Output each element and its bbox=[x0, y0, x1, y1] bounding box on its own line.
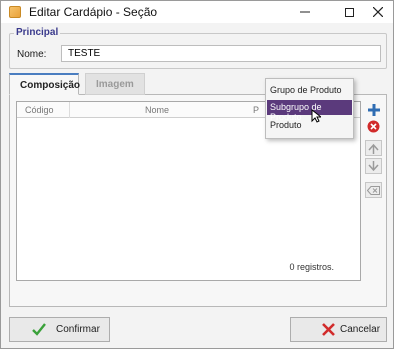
confirm-label: Confirmar bbox=[56, 324, 100, 335]
tab-imagem[interactable]: Imagem bbox=[85, 73, 145, 95]
app-icon bbox=[9, 6, 21, 18]
remove-button[interactable] bbox=[365, 118, 382, 134]
minimize-button[interactable] bbox=[292, 1, 318, 23]
check-icon bbox=[32, 323, 46, 336]
confirm-button[interactable]: Confirmar bbox=[9, 317, 110, 342]
backspace-icon bbox=[367, 185, 380, 195]
cancel-label: Cancelar bbox=[340, 324, 381, 335]
close-button[interactable] bbox=[365, 1, 391, 23]
principal-group-title: Principal bbox=[14, 27, 61, 38]
cancel-button[interactable]: Cancelar bbox=[290, 317, 387, 342]
record-count: 0 registros. bbox=[289, 262, 334, 272]
editor-window: Editar Cardápio - Seção Principal Nome: … bbox=[0, 0, 394, 349]
nome-input[interactable] bbox=[61, 45, 381, 62]
clear-button[interactable] bbox=[365, 182, 382, 198]
minimize-icon bbox=[300, 11, 310, 13]
arrow-up-icon bbox=[368, 143, 379, 154]
close-icon bbox=[373, 7, 383, 17]
move-up-button[interactable] bbox=[365, 140, 382, 156]
column-header-p[interactable]: P bbox=[253, 105, 259, 115]
add-item-menu: Grupo de Produto Subgrupo de Produto Pro… bbox=[265, 78, 354, 139]
nome-label: Nome: bbox=[17, 49, 47, 60]
cancel-x-icon bbox=[322, 323, 335, 336]
move-down-button[interactable] bbox=[365, 158, 382, 174]
add-button[interactable] bbox=[365, 102, 382, 118]
column-header-nome[interactable]: Nome bbox=[145, 105, 169, 115]
maximize-icon bbox=[344, 7, 354, 17]
tab-composicao[interactable]: Composição bbox=[9, 73, 80, 95]
principal-group: Principal Nome: bbox=[9, 27, 387, 69]
maximize-button[interactable] bbox=[336, 1, 362, 23]
mouse-cursor-icon bbox=[311, 109, 321, 123]
column-header-codigo[interactable]: Código bbox=[25, 105, 54, 115]
column-separator bbox=[69, 102, 70, 118]
title-bar: Editar Cardápio - Seção bbox=[1, 1, 393, 23]
window-title: Editar Cardápio - Seção bbox=[29, 5, 158, 19]
plus-icon bbox=[367, 104, 380, 116]
menu-item-produto[interactable]: Produto bbox=[267, 118, 352, 133]
arrow-down-icon bbox=[368, 160, 379, 171]
menu-item-subgrupo-de-produto[interactable]: Subgrupo de Produto bbox=[267, 100, 352, 122]
remove-icon bbox=[367, 120, 380, 132]
menu-item-grupo-de-produto[interactable]: Grupo de Produto bbox=[267, 83, 352, 98]
